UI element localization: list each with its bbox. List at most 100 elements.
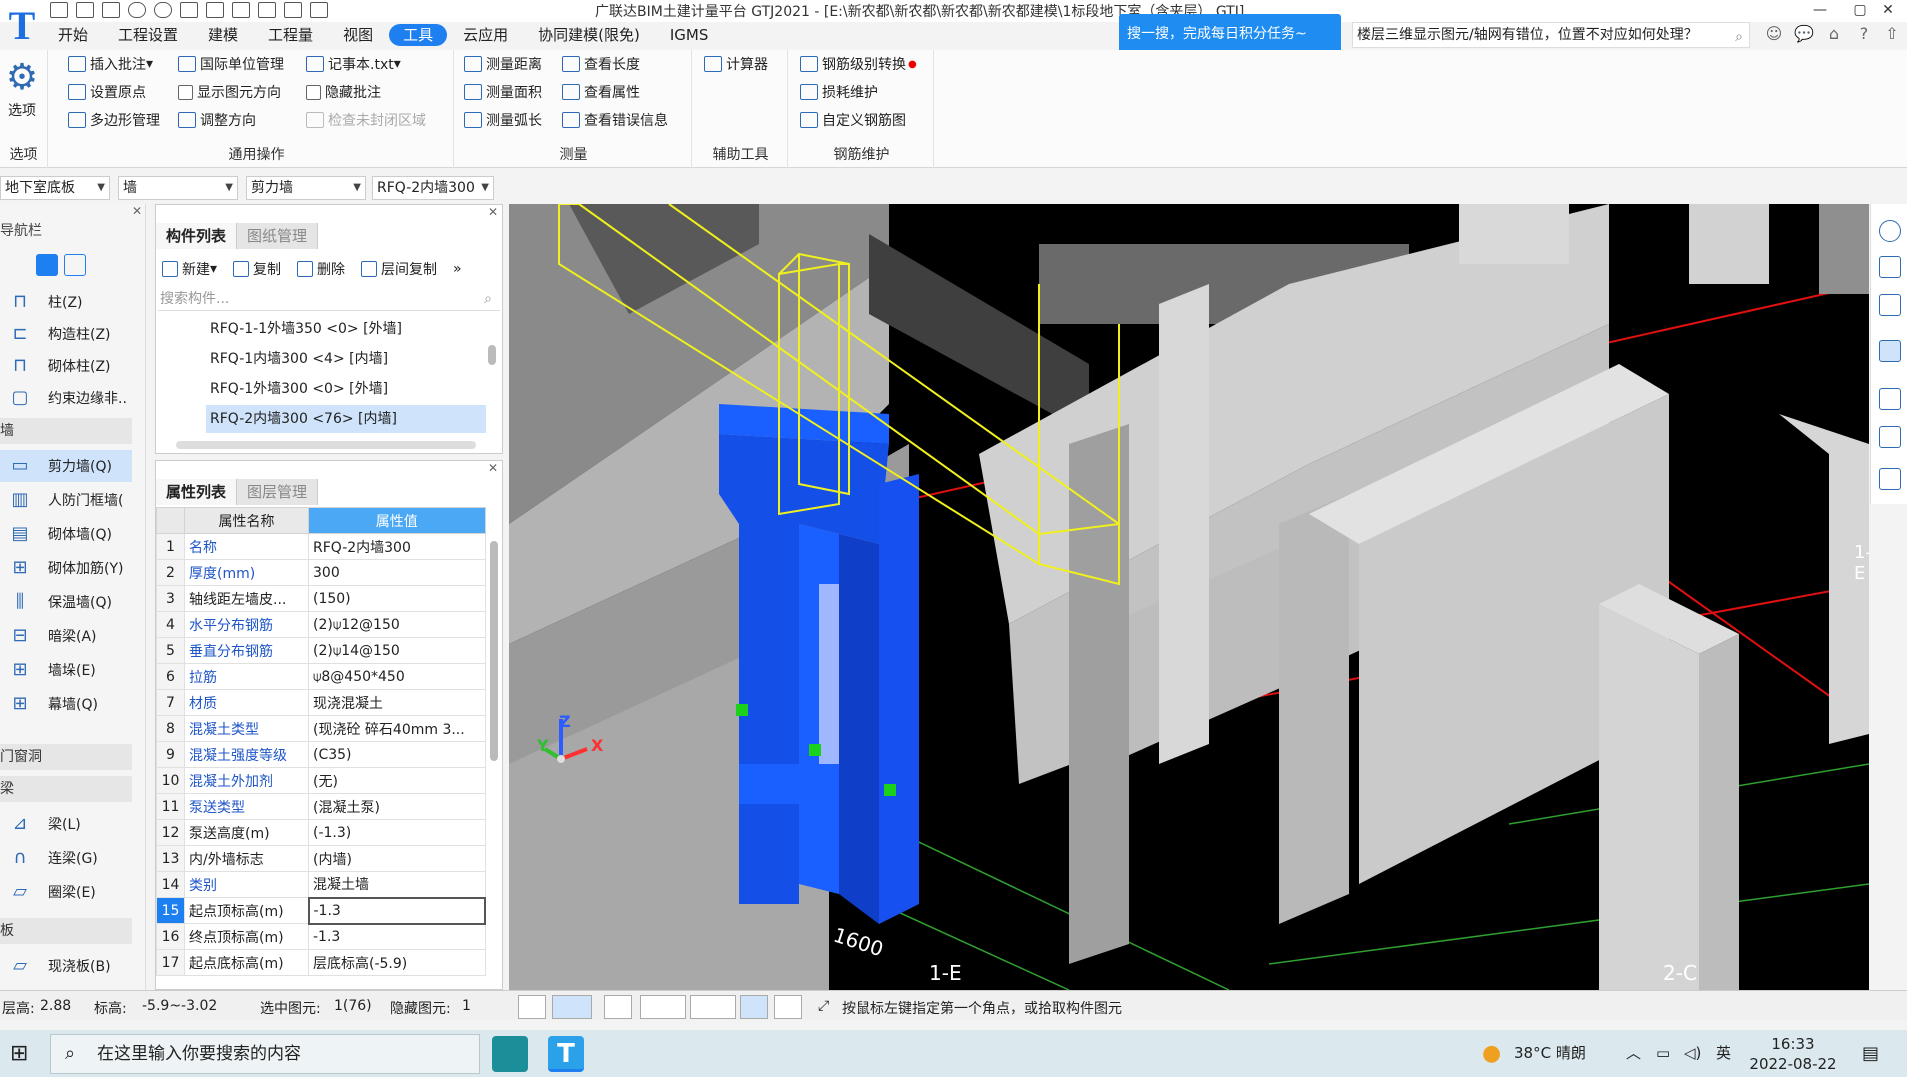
component-item[interactable]: RFQ-1外墙300 <0> [外墙]: [206, 375, 486, 403]
property-row[interactable]: 1 名称 RFQ-2内墙300: [156, 533, 486, 560]
sum-icon[interactable]: [180, 2, 198, 18]
property-value[interactable]: -1.3: [308, 923, 486, 950]
close-icon[interactable]: ✕: [132, 204, 142, 218]
property-value[interactable]: 现浇混凝土: [308, 689, 486, 716]
loss-maintain-button[interactable]: 损耗维护: [800, 80, 878, 104]
search-icon[interactable]: ⌕: [1735, 25, 1743, 47]
measure-area-button[interactable]: 测量面积: [464, 80, 542, 104]
options-button[interactable]: ⚙ 选项: [2, 56, 42, 120]
property-row[interactable]: 15 起点顶标高(m) -1.3: [156, 896, 486, 925]
2d-view-icon[interactable]: [1879, 256, 1901, 278]
fit-view-icon[interactable]: [1879, 388, 1901, 410]
polygon-manage-button[interactable]: 多边形管理: [68, 108, 160, 132]
tab-view[interactable]: 视图: [329, 24, 387, 46]
nav-item-beam[interactable]: ⊿ 梁(L): [0, 808, 132, 840]
close-icon[interactable]: ✕: [488, 461, 498, 475]
nav-item-column[interactable]: ⊓ 柱(Z): [0, 286, 132, 318]
tree-view-icon[interactable]: [64, 254, 86, 276]
tab-start[interactable]: 开始: [44, 24, 102, 46]
close-button[interactable]: ✕: [1868, 0, 1907, 20]
nav-item-ring-beam[interactable]: ▱ 圈梁(E): [0, 876, 132, 908]
tab-igms[interactable]: IGMS: [656, 24, 723, 46]
property-row[interactable]: 12 泵送高度(m) (-1.3): [156, 819, 486, 846]
view-properties-button[interactable]: 查看属性: [562, 80, 640, 104]
ime-indicator[interactable]: 英: [1716, 1030, 1731, 1077]
more-tools-button[interactable]: »: [453, 261, 462, 277]
hide-annotation-checkbox[interactable]: 隐藏批注: [306, 80, 381, 104]
property-value[interactable]: (无): [308, 767, 486, 794]
grid-icon[interactable]: [232, 2, 250, 18]
property-value[interactable]: 层底标高(-5.9): [308, 949, 486, 976]
nav-item-masonry-wall[interactable]: ▤ 砌体墙(Q): [0, 518, 132, 550]
offset-button[interactable]: [690, 995, 736, 1019]
property-row[interactable]: 8 混凝土类型 (现浇砼 碎石40mm 3...: [156, 715, 486, 742]
undo-icon[interactable]: [128, 2, 146, 18]
delete-component-button[interactable]: 删除: [297, 259, 345, 279]
property-scrollbar[interactable]: [490, 541, 498, 761]
nav-item-structural-column[interactable]: ⊏ 构造柱(Z): [0, 318, 132, 350]
nav-item-shear-wall[interactable]: ▭ 剪力墙(Q): [0, 450, 132, 482]
view-errors-button[interactable]: 查看错误信息: [562, 108, 668, 132]
open-file-icon[interactable]: [76, 2, 94, 18]
nav-item-masonry-rebar[interactable]: ⊞ 砌体加筋(Y): [0, 552, 132, 584]
property-value[interactable]: 混凝土墙: [308, 871, 486, 898]
model-canvas[interactable]: [509, 204, 1869, 990]
ortho-mode-button[interactable]: [518, 995, 546, 1019]
nav-category-openings[interactable]: 门窗洞: [0, 744, 132, 770]
nav-item-insulation-wall[interactable]: ⫼ 保温墙(Q): [0, 586, 132, 618]
help-search-input[interactable]: 楼层三维显示图元/轴网有错位，位置不对应如何处理？ ⌕: [1352, 22, 1750, 48]
tab-component-list[interactable]: 构件列表: [156, 223, 238, 249]
new-component-button[interactable]: 新建 ▾: [162, 259, 217, 279]
nav-category-beam[interactable]: 梁: [0, 776, 132, 802]
nav-item-hidden-beam[interactable]: ⊟ 暗梁(A): [0, 620, 132, 652]
tab-collab[interactable]: 协同建模(限免): [524, 24, 654, 46]
property-value[interactable]: (C35): [308, 741, 486, 768]
property-value[interactable]: (150): [308, 585, 486, 612]
property-value[interactable]: (-1.3): [308, 819, 486, 846]
property-value[interactable]: (现浇砼 碎石40mm 3...: [308, 715, 486, 742]
measure-distance-button[interactable]: 测量距离: [464, 52, 542, 76]
nav-category-wall[interactable]: 墙: [0, 418, 132, 444]
property-row[interactable]: 11 泵送类型 (混凝土泵): [156, 793, 486, 820]
layout-icon[interactable]: [258, 2, 276, 18]
tab-project-settings[interactable]: 工程设置: [104, 24, 192, 46]
floor-select[interactable]: 地下室底板 ▼: [0, 176, 110, 200]
arc-mode-button[interactable]: [774, 995, 802, 1019]
cube-view-icon[interactable]: [1879, 340, 1901, 362]
grip-handle[interactable]: [809, 744, 821, 756]
property-row[interactable]: 10 混凝土外加剂 (无): [156, 767, 486, 794]
property-row[interactable]: 9 混凝土强度等级 (C35): [156, 741, 486, 768]
property-value[interactable]: (内墙): [308, 845, 486, 872]
filter-icon[interactable]: [1879, 468, 1901, 490]
app-icon-gtj[interactable]: T: [548, 1036, 584, 1072]
nav-item-wall-buttress[interactable]: ⊞ 墙垛(E): [0, 654, 132, 686]
3d-view-icon[interactable]: [1879, 294, 1901, 316]
vertical-scrollbar[interactable]: [488, 345, 496, 365]
new-file-icon[interactable]: [50, 2, 68, 18]
property-row[interactable]: 3 轴线距左墙皮... (150): [156, 585, 486, 612]
custom-rebar-button[interactable]: 自定义钢筋图: [800, 108, 906, 132]
nav-category-slab[interactable]: 板: [0, 918, 132, 944]
component-search-input[interactable]: 搜索构件... ⌕: [158, 287, 500, 311]
property-row[interactable]: 16 终点顶标高(m) -1.3: [156, 923, 486, 950]
property-row[interactable]: 14 类别 混凝土墙: [156, 871, 486, 898]
adjust-direction-button[interactable]: 调整方向: [178, 108, 256, 132]
save-icon[interactable]: [102, 2, 120, 18]
angle-button[interactable]: [640, 995, 686, 1019]
check-unclosed-button[interactable]: 检查未封闭区域: [306, 108, 426, 132]
display-settings-icon[interactable]: [1879, 426, 1901, 448]
nav-item-cast-slab[interactable]: ▱ 现浇板(B): [0, 950, 132, 982]
tab-drawing-manage[interactable]: 图纸管理: [237, 223, 319, 249]
app-icon-browser[interactable]: [492, 1036, 528, 1072]
show-direction-checkbox[interactable]: 显示图元方向: [178, 80, 281, 104]
category-select[interactable]: 墙 ▼: [118, 176, 238, 200]
property-value[interactable]: 300: [308, 559, 486, 586]
3d-viewport[interactable]: Z Y X 1600 1-E 2-C 1-E: [509, 204, 1869, 990]
property-row[interactable]: 6 拉筋 ⍦8@450*450: [156, 663, 486, 690]
copy-component-button[interactable]: 复制: [233, 259, 281, 279]
type-select[interactable]: 剪力墙 ▼: [246, 176, 366, 200]
property-row[interactable]: 17 起点底标高(m) 层底标高(-5.9): [156, 949, 486, 976]
nav-item-civil-defense-wall[interactable]: ▥ 人防门框墙(: [0, 484, 132, 516]
tab-quantity[interactable]: 工程量: [254, 24, 327, 46]
close-icon[interactable]: ✕: [488, 205, 498, 219]
